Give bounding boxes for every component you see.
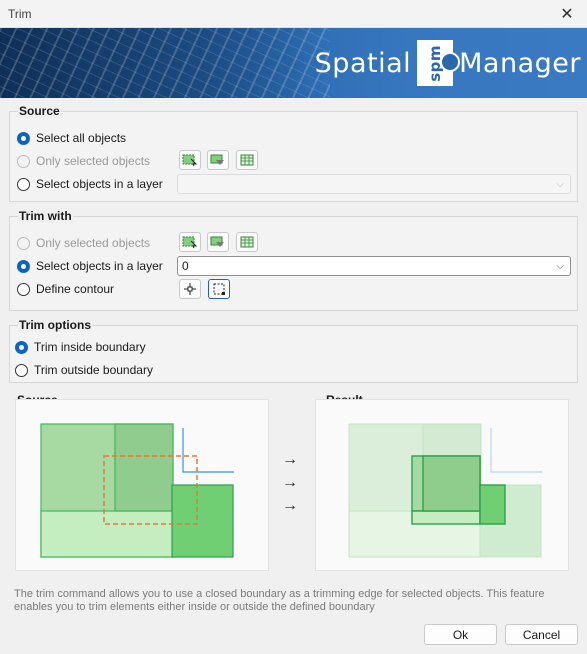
- draw-contour-icon[interactable]: [208, 279, 230, 299]
- radio-only-selected[interactable]: [17, 154, 30, 168]
- trim-only-selected-option[interactable]: Only selected objects: [17, 234, 150, 252]
- source-select-all-option[interactable]: Select all objects: [17, 129, 126, 147]
- brand-right-text: Manager: [459, 47, 581, 79]
- define-contour-option[interactable]: Define contour: [17, 280, 114, 298]
- trim-inside-option[interactable]: Trim inside boundary: [15, 338, 146, 356]
- pick-point-icon[interactable]: [179, 279, 201, 299]
- source-only-selected-option[interactable]: Only selected objects: [17, 152, 150, 170]
- source-select-layer-option[interactable]: Select objects in a layer: [17, 175, 163, 193]
- select-layer-label: Select objects in a layer: [36, 177, 163, 191]
- trim-only-selected-label: Only selected objects: [36, 236, 151, 250]
- brand-logo: Spatial spm Manager: [315, 40, 581, 86]
- trim-select-layer-label: Select objects in a layer: [36, 259, 163, 273]
- trim-inside-label: Trim inside boundary: [34, 340, 146, 354]
- chevron-down-icon: ⌵: [556, 179, 564, 190]
- trim-with-group-title: Trim with: [18, 209, 73, 223]
- window-title: Trim: [8, 7, 32, 21]
- ok-button[interactable]: Ok: [424, 624, 497, 645]
- source-layer-dropdown[interactable]: ⌵: [177, 174, 571, 194]
- chevron-down-icon: ⌵: [556, 261, 564, 272]
- radio-select-layer[interactable]: [17, 177, 30, 191]
- pick-objects-icon[interactable]: [179, 150, 201, 170]
- trim-filter-objects-icon[interactable]: [207, 232, 229, 252]
- title-bar: Trim ✕: [0, 0, 587, 28]
- cancel-button[interactable]: Cancel: [505, 624, 578, 645]
- table-select-icon[interactable]: [236, 150, 258, 170]
- define-contour-label: Define contour: [36, 282, 115, 296]
- radio-define-contour[interactable]: [17, 282, 30, 296]
- trim-pick-objects-icon[interactable]: [179, 232, 201, 252]
- preview-source-panel: [15, 399, 269, 571]
- trim-table-select-icon[interactable]: [236, 232, 258, 252]
- only-selected-label: Only selected objects: [36, 154, 151, 168]
- radio-trim-only-selected[interactable]: [17, 236, 30, 250]
- trim-layer-dropdown[interactable]: 0 ⌵: [177, 256, 571, 276]
- result-illustration: [348, 423, 542, 558]
- arrow-icon: →: [282, 497, 298, 514]
- trim-options-group-title: Trim options: [18, 318, 92, 332]
- trim-select-layer-option[interactable]: Select objects in a layer: [17, 257, 163, 275]
- spm-logo: spm: [417, 40, 461, 86]
- source-group-title: Source: [18, 104, 61, 118]
- close-icon[interactable]: ✕: [547, 0, 587, 28]
- brand-banner: Spatial spm Manager: [0, 28, 587, 98]
- city-map-image: [0, 28, 330, 98]
- radio-trim-inside[interactable]: [15, 340, 28, 354]
- arrow-icon: →: [282, 474, 298, 491]
- preview-result-panel: [315, 399, 569, 571]
- select-all-label: Select all objects: [36, 131, 127, 145]
- brand-left-text: Spatial: [314, 47, 412, 79]
- radio-select-all[interactable]: [17, 131, 30, 145]
- radio-trim-outside[interactable]: [15, 363, 28, 377]
- trim-outside-label: Trim outside boundary: [34, 363, 153, 377]
- filter-objects-icon[interactable]: [207, 150, 229, 170]
- trim-layer-value: 0: [182, 259, 189, 273]
- source-illustration: [40, 423, 234, 558]
- arrow-icon: →: [282, 451, 298, 468]
- globe-icon: [440, 52, 461, 72]
- radio-trim-select-layer[interactable]: [17, 259, 30, 273]
- trim-outside-option[interactable]: Trim outside boundary: [15, 361, 153, 379]
- description-text: The trim command allows you to use a clo…: [14, 588, 545, 613]
